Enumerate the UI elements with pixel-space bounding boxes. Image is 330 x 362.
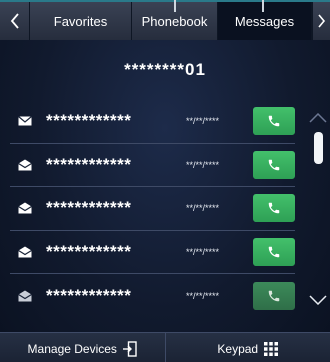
message-date: **/**/****: [186, 116, 220, 127]
chevron-left-icon: [10, 13, 19, 29]
envelope-open-icon: [12, 202, 38, 214]
list-item[interactable]: ************ **/**/****: [10, 274, 295, 318]
back-button[interactable]: [0, 2, 30, 40]
list-item[interactable]: ************ **/**/****: [10, 100, 295, 144]
login-icon: [122, 340, 137, 357]
call-button[interactable]: [253, 194, 295, 223]
manage-devices-label: Manage Devices: [27, 341, 117, 356]
tab-notch: [262, 0, 264, 12]
list-item[interactable]: ************ **/**/****: [10, 187, 295, 231]
chevron-up-icon: [309, 112, 327, 123]
tab-notch: [174, 0, 176, 12]
scrollbar-thumb[interactable]: [314, 132, 323, 164]
manage-devices-button[interactable]: Manage Devices: [0, 333, 166, 362]
envelope-open-icon: [12, 290, 38, 302]
forward-button[interactable]: [312, 2, 330, 40]
sender-name: ************: [46, 111, 132, 131]
tab-label: Phonebook: [141, 13, 208, 29]
message-list: ************ **/**/**** ************ **/…: [10, 100, 295, 318]
tab-label: Messages: [234, 13, 295, 29]
call-button[interactable]: [253, 150, 295, 179]
message-date: **/**/****: [186, 290, 220, 301]
message-date: **/**/****: [186, 159, 220, 170]
phone-icon: [268, 246, 280, 257]
tab-bar: Favorites Phonebook Messages: [0, 0, 330, 40]
keypad-button[interactable]: Keypad: [166, 333, 330, 362]
sender-name: ************: [46, 198, 132, 218]
phone-icon: [268, 203, 280, 214]
scroll-down-button[interactable]: [309, 292, 327, 310]
call-button[interactable]: [253, 281, 295, 310]
list-item[interactable]: ************ **/**/****: [10, 231, 295, 274]
tab-label: Favorites: [53, 13, 108, 29]
message-date: **/**/****: [186, 246, 220, 257]
list-item[interactable]: ************ **/**/****: [10, 144, 295, 187]
sender-name: ************: [46, 285, 132, 305]
keypad-icon: [264, 341, 279, 356]
bottom-bar: Manage Devices Keypad: [0, 332, 330, 362]
sender-name: ************: [46, 241, 132, 261]
phone-icon: [268, 290, 280, 301]
message-date: **/**/****: [186, 203, 220, 214]
device-title: ********01: [124, 60, 206, 79]
scroll-up-button[interactable]: [309, 110, 327, 128]
phone-icon: [268, 116, 280, 127]
messages-screen: Favorites Phonebook Messages ********01 …: [0, 0, 330, 362]
envelope-closed-icon: [12, 116, 38, 126]
sender-name: ************: [46, 154, 132, 174]
chevron-right-icon: [317, 14, 325, 28]
tab-favorites[interactable]: Favorites: [30, 2, 132, 40]
phone-icon: [268, 159, 280, 170]
chevron-down-icon: [309, 295, 327, 306]
tab-phonebook[interactable]: Phonebook: [132, 0, 218, 40]
call-button[interactable]: [253, 107, 295, 136]
envelope-open-icon: [12, 246, 38, 258]
call-button[interactable]: [253, 237, 295, 266]
tab-messages[interactable]: Messages: [218, 0, 312, 40]
keypad-label: Keypad: [217, 341, 259, 356]
envelope-open-icon: [12, 159, 38, 171]
